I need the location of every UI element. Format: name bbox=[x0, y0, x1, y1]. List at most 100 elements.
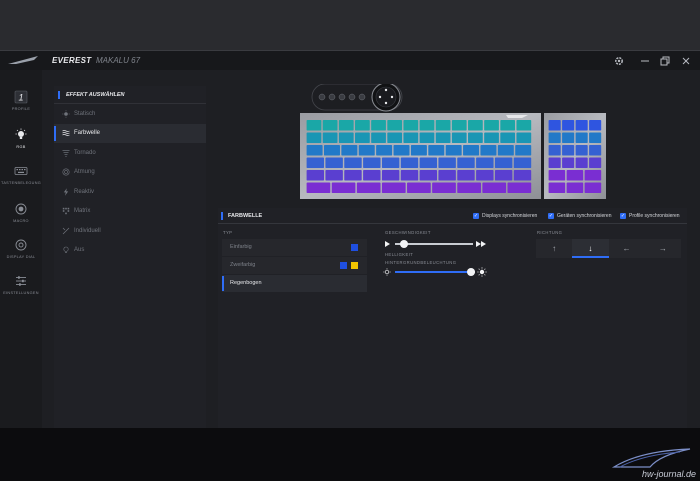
key-cap[interactable] bbox=[419, 120, 435, 131]
key-cap[interactable] bbox=[306, 132, 322, 144]
numpad-key-cap[interactable] bbox=[575, 157, 588, 169]
backlight-slider-knob[interactable] bbox=[467, 267, 475, 276]
key-cap[interactable] bbox=[513, 157, 532, 169]
typ-single-color[interactable]: Einfarbig bbox=[222, 239, 367, 256]
rail-item-display-dial[interactable]: DISPLAY DIAL bbox=[0, 238, 42, 274]
numpad-key-cap[interactable] bbox=[548, 120, 561, 131]
key-cap[interactable] bbox=[381, 157, 400, 169]
key-cap[interactable] bbox=[356, 182, 381, 194]
key-cap[interactable] bbox=[451, 132, 467, 144]
key-cap[interactable] bbox=[400, 157, 419, 169]
effect-item-static[interactable]: Statisch bbox=[54, 104, 206, 124]
key-cap[interactable] bbox=[355, 132, 370, 144]
key-cap[interactable] bbox=[438, 157, 456, 169]
effect-item-reactive[interactable]: Reaktiv bbox=[54, 182, 206, 202]
key-cap[interactable] bbox=[325, 157, 343, 169]
key-cap[interactable] bbox=[341, 145, 358, 156]
typ-two-color[interactable]: Zweifarbig bbox=[222, 257, 367, 274]
key-cap[interactable] bbox=[344, 157, 362, 169]
numpad-key-cap[interactable] bbox=[548, 132, 561, 144]
key-cap[interactable] bbox=[387, 120, 403, 131]
key-cap[interactable] bbox=[363, 170, 381, 181]
key-cap[interactable] bbox=[387, 132, 403, 144]
numpad-key-cap[interactable] bbox=[575, 145, 588, 156]
numpad-key-cap[interactable] bbox=[562, 145, 575, 156]
key-cap[interactable] bbox=[445, 145, 462, 156]
settings-gear-icon[interactable] bbox=[613, 55, 625, 67]
key-cap[interactable] bbox=[381, 170, 400, 181]
key-cap[interactable] bbox=[500, 120, 516, 131]
key-cap[interactable] bbox=[376, 145, 393, 156]
rail-item-rgb[interactable]: RGB bbox=[0, 128, 42, 164]
key-cap[interactable] bbox=[381, 182, 406, 194]
key-cap[interactable] bbox=[435, 120, 451, 131]
restore-icon[interactable] bbox=[659, 55, 671, 67]
typ-rainbow[interactable]: Regenbogen bbox=[222, 275, 367, 292]
key-cap[interactable] bbox=[363, 157, 381, 169]
key-cap[interactable] bbox=[451, 120, 467, 131]
key-cap[interactable] bbox=[497, 145, 514, 156]
key-cap[interactable] bbox=[438, 170, 456, 181]
numpad-key-cap[interactable] bbox=[562, 120, 575, 131]
numpad-key-cap[interactable] bbox=[589, 157, 602, 169]
key-cap[interactable] bbox=[513, 170, 532, 181]
numpad-key-cap[interactable] bbox=[575, 132, 588, 144]
key-cap[interactable] bbox=[457, 170, 475, 181]
numpad-key-cap[interactable] bbox=[584, 182, 602, 194]
key-cap[interactable] bbox=[484, 132, 499, 144]
key-cap[interactable] bbox=[463, 145, 480, 156]
key-cap[interactable] bbox=[358, 145, 375, 156]
color-swatch-blue[interactable] bbox=[351, 244, 358, 251]
key-cap[interactable] bbox=[484, 120, 499, 131]
key-cap[interactable] bbox=[476, 157, 494, 169]
key-cap[interactable] bbox=[338, 132, 354, 144]
rail-item-settings[interactable]: EINSTELLUNGEN bbox=[0, 274, 42, 310]
numpad-key-cap[interactable] bbox=[566, 182, 584, 194]
numpad-key-cap[interactable] bbox=[548, 157, 561, 169]
effect-item-custom[interactable]: Individuell bbox=[54, 221, 206, 241]
key-cap[interactable] bbox=[371, 120, 386, 131]
key-cap[interactable] bbox=[419, 170, 438, 181]
effect-item-tornado[interactable]: Tornado bbox=[54, 143, 206, 163]
effect-item-matrix[interactable]: Matrix bbox=[54, 202, 206, 222]
key-cap[interactable] bbox=[432, 182, 456, 194]
numpad-key-cap[interactable] bbox=[589, 132, 602, 144]
key-cap[interactable] bbox=[325, 170, 343, 181]
key-cap[interactable] bbox=[419, 157, 438, 169]
key-cap[interactable] bbox=[393, 145, 410, 156]
key-cap[interactable] bbox=[500, 132, 516, 144]
keyboard-preview[interactable] bbox=[300, 84, 606, 199]
key-cap[interactable] bbox=[306, 145, 323, 156]
key-cap[interactable] bbox=[371, 132, 386, 144]
display-dial-module[interactable] bbox=[311, 84, 403, 112]
key-cap[interactable] bbox=[515, 145, 532, 156]
numpad-key-cap[interactable] bbox=[548, 170, 566, 181]
key-cap[interactable] bbox=[468, 120, 483, 131]
key-cap[interactable] bbox=[322, 120, 338, 131]
key-cap[interactable] bbox=[457, 157, 475, 169]
key-cap[interactable] bbox=[338, 120, 354, 131]
key-cap[interactable] bbox=[516, 132, 532, 144]
key-cap[interactable] bbox=[331, 182, 356, 194]
effect-item-color-wave[interactable]: Farbwelle bbox=[54, 123, 206, 143]
key-cap[interactable] bbox=[306, 157, 325, 169]
numpad-key-cap[interactable] bbox=[575, 120, 588, 131]
key-cap[interactable] bbox=[480, 145, 497, 156]
numpad-key-cap[interactable] bbox=[548, 182, 566, 194]
rail-item-macro[interactable]: MACRO bbox=[0, 202, 42, 238]
numpad-key-cap[interactable] bbox=[566, 170, 584, 181]
speed-slider-knob[interactable] bbox=[400, 239, 409, 248]
key-cap[interactable] bbox=[322, 132, 338, 144]
key-cap[interactable] bbox=[306, 120, 322, 131]
key-cap[interactable] bbox=[457, 182, 481, 194]
direction-up-button[interactable]: ↑ bbox=[536, 239, 572, 258]
color-swatch-blue[interactable] bbox=[340, 262, 347, 269]
key-cap[interactable] bbox=[306, 170, 325, 181]
key-cap[interactable] bbox=[494, 170, 513, 181]
effect-item-breathing[interactable]: Atmung bbox=[54, 163, 206, 183]
numpad-key-cap[interactable] bbox=[584, 170, 602, 181]
color-swatch-yellow[interactable] bbox=[351, 262, 358, 269]
direction-left-button[interactable]: ← bbox=[609, 239, 645, 258]
direction-down-button[interactable]: ↓ bbox=[572, 239, 609, 258]
key-cap[interactable] bbox=[410, 145, 427, 156]
